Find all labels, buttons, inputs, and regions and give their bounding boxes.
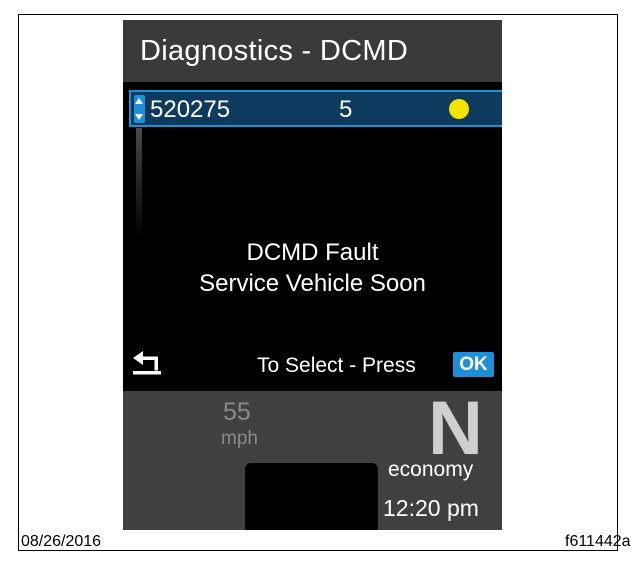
center-display-area [245,463,378,530]
scrollbar[interactable] [136,128,142,238]
fault-instruction: Service Vehicle Soon [199,270,426,297]
figure-id: f611442a [565,533,631,550]
speed-value: 55 [223,398,251,426]
warning-indicator-icon [449,99,469,119]
speed-unit: mph [221,428,258,449]
clock: 12:20 pm [383,495,479,521]
arrow-up-icon [135,98,143,104]
fault-message: DCMD Fault Service Vehicle Soon [123,237,502,299]
drive-mode: economy [388,458,474,481]
figure-date: 08/26/2016 [21,533,102,550]
arrow-down-icon [135,114,143,120]
fault-count: 5 [339,96,353,123]
select-hint: To Select - Press [257,354,416,377]
status-panel: 55 mph N economy 12:20 pm [123,386,502,530]
page-title: Diagnostics - DCMD [140,35,409,67]
ok-button[interactable]: OK [453,352,494,377]
title-bar: Diagnostics - DCMD [123,20,502,82]
fault-code: 520275 [150,96,231,123]
fault-title: DCMD Fault [246,239,379,266]
display-screen: Diagnostics - DCMD 520275 5 DCMD Fault S… [123,20,502,530]
back-arrow-icon[interactable] [131,350,165,378]
fault-list-item-selected[interactable]: 520275 5 [129,90,502,127]
up-down-arrows-icon[interactable] [134,95,145,123]
